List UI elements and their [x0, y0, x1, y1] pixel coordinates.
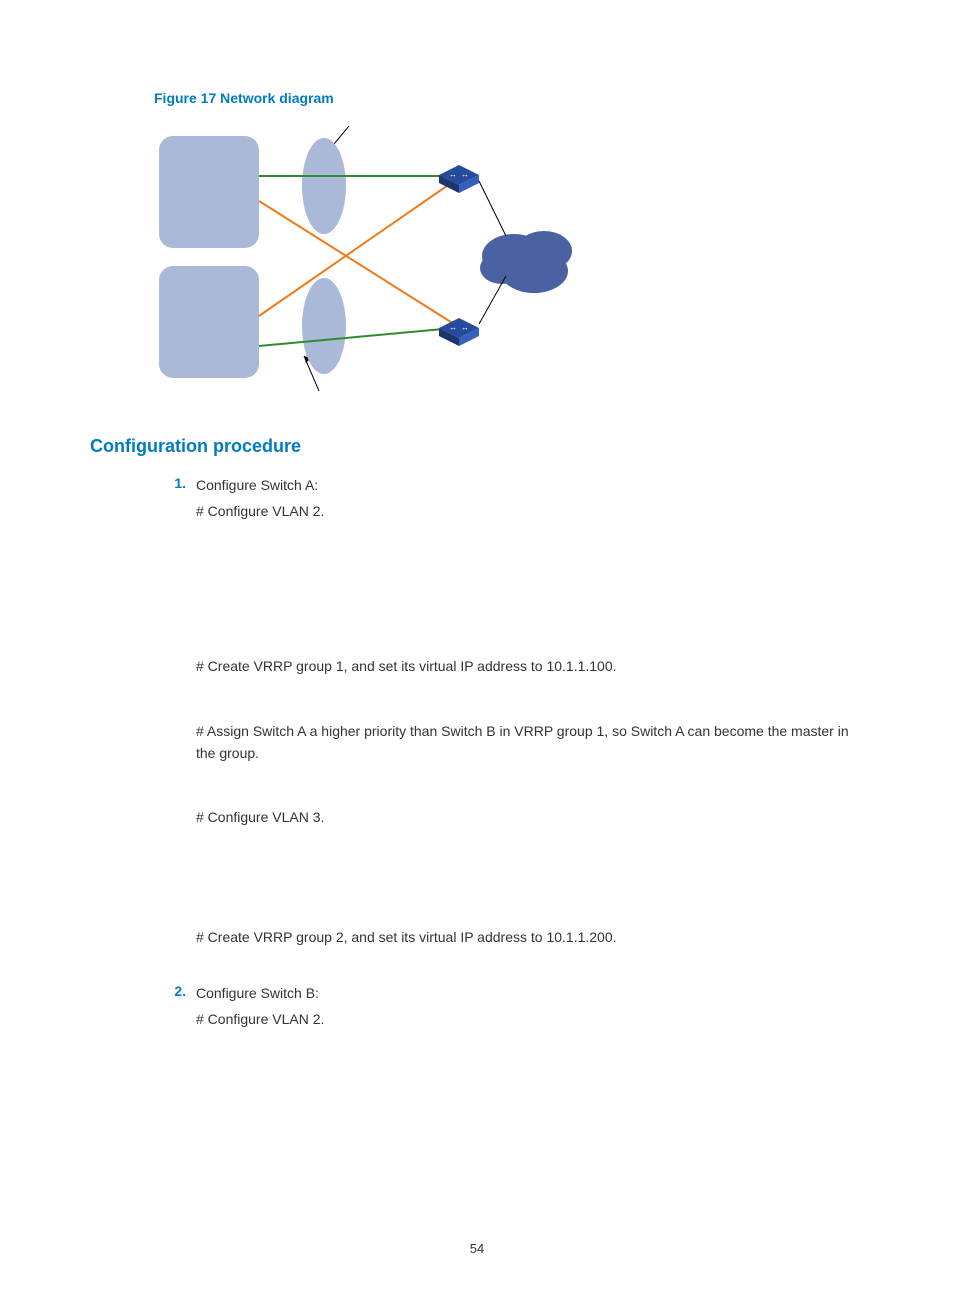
step-2: 2. Configure Switch B: # Configure VLAN …: [154, 983, 864, 1034]
step-number: 2.: [154, 983, 186, 999]
svg-text:↔: ↔: [449, 170, 457, 179]
svg-text:↔: ↔: [449, 323, 457, 332]
switch-a-icon: ↔ ↔: [439, 165, 479, 193]
switch-b-icon: ↔ ↔: [439, 318, 479, 346]
section-heading-configuration-procedure: Configuration procedure: [90, 436, 864, 457]
step-2-title: Configure Switch B:: [196, 983, 864, 1005]
step-2-line-1: # Configure VLAN 2.: [196, 1009, 864, 1031]
figure-caption: Figure 17 Network diagram: [154, 90, 864, 106]
network-diagram: ↔ ↔ ↔ ↔: [154, 126, 584, 396]
svg-text:↔: ↔: [461, 170, 469, 179]
step-1-line-3: # Assign Switch A a higher priority than…: [196, 721, 864, 764]
step-1-line-1: # Configure VLAN 2.: [196, 501, 864, 523]
page-number: 54: [0, 1241, 954, 1256]
step-1-line-4: # Configure VLAN 3.: [196, 807, 864, 829]
step-1-line-2: # Create VRRP group 1, and set its virtu…: [196, 656, 864, 678]
step-1-line-5: # Create VRRP group 2, and set its virtu…: [196, 927, 864, 949]
step-number: 1.: [154, 475, 186, 491]
step-1-title: Configure Switch A:: [196, 475, 864, 497]
svg-text:↔: ↔: [461, 323, 469, 332]
step-1: 1. Configure Switch A: # Configure VLAN …: [154, 475, 864, 526]
